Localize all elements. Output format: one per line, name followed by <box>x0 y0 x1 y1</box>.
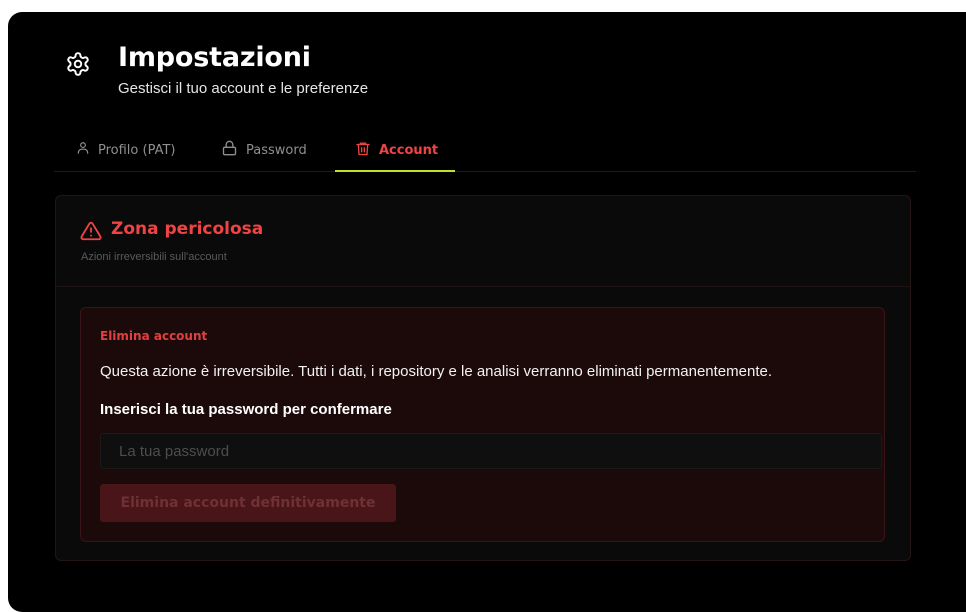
tab-label: Account <box>379 142 439 158</box>
trash-icon <box>355 140 371 161</box>
danger-zone-title: Zona pericolosa <box>111 219 264 239</box>
settings-window: Impostazioni Gestisci il tuo account e l… <box>8 12 966 612</box>
tab-label: Profilo (PAT) <box>98 142 176 158</box>
delete-account-title: Elimina account <box>100 329 208 343</box>
lock-icon <box>221 140 238 160</box>
active-tab-indicator <box>335 170 455 172</box>
settings-header: Impostazioni Gestisci il tuo account e l… <box>64 26 664 106</box>
danger-zone-card: Zona pericolosa Azioni irreversibili sul… <box>55 195 911 561</box>
page-title: Impostazioni <box>118 42 311 73</box>
warning-icon <box>80 220 102 242</box>
delete-account-section: Elimina account Questa azione è irrevers… <box>80 307 885 542</box>
tab-label: Password <box>246 142 307 158</box>
tab-profile[interactable]: Profilo (PAT) <box>76 130 176 170</box>
password-confirm-label: Inserisci la tua password per confermare <box>100 401 392 418</box>
settings-tabs: Profilo (PAT) Password Account <box>54 130 916 172</box>
delete-account-button[interactable]: Elimina account definitivamente <box>100 484 396 522</box>
tab-password[interactable]: Password <box>221 130 307 170</box>
page-subtitle: Gestisci il tuo account e le preferenze <box>118 80 369 97</box>
password-input[interactable] <box>100 433 882 469</box>
gear-icon <box>65 51 91 77</box>
danger-zone-header: Zona pericolosa Azioni irreversibili sul… <box>56 196 910 287</box>
user-icon <box>76 140 90 160</box>
delete-account-description: Questa azione è irreversibile. Tutti i d… <box>100 363 772 380</box>
tab-account[interactable]: Account <box>335 130 458 170</box>
danger-zone-subtitle: Azioni irreversibili sull'account <box>81 251 227 263</box>
